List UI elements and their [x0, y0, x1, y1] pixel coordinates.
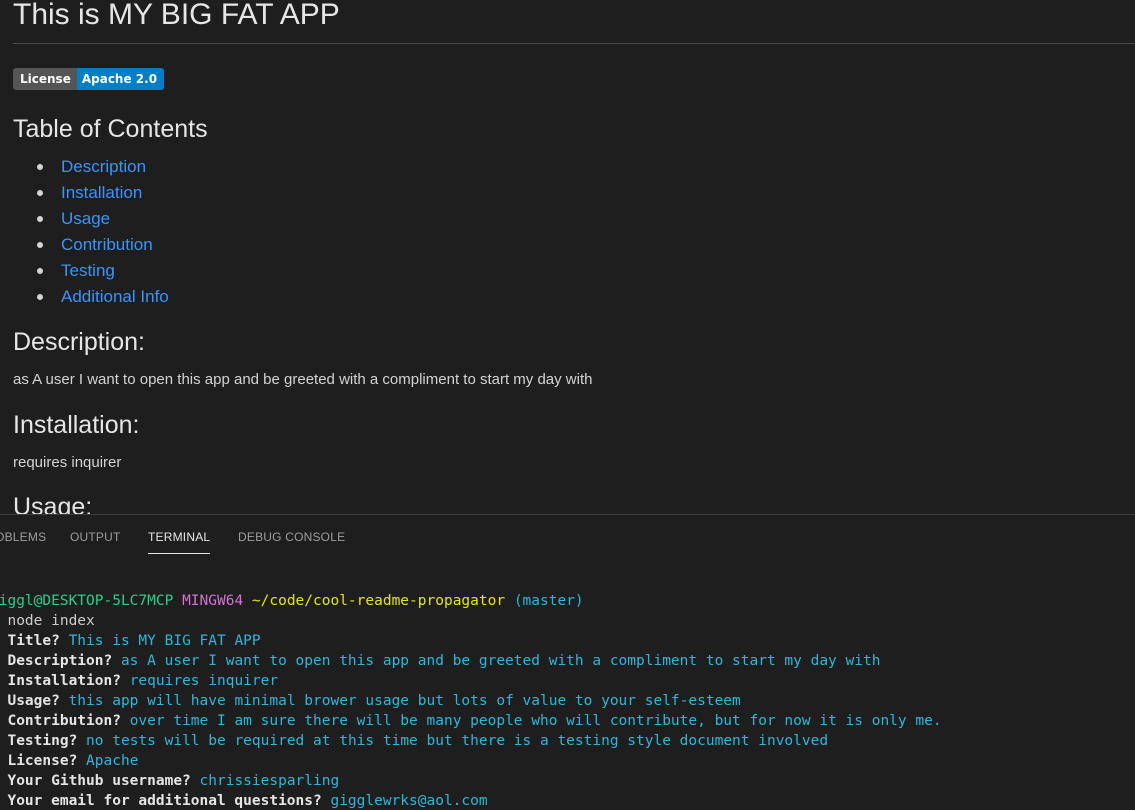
bullet-icon — [37, 190, 43, 196]
installation-text: requires inquirer — [13, 454, 122, 471]
prompt-user-host: diggl@DESKTOP-5LC7MCP — [0, 593, 174, 609]
command-line: $ node index — [0, 613, 95, 629]
answer: over time I am sure there will be many p… — [129, 713, 942, 729]
panel-tabs: PROBLEMS OUTPUT TERMINAL DEBUG CONSOLE — [0, 515, 1135, 559]
tab-output[interactable]: OUTPUT — [70, 529, 121, 545]
question: ? Title? — [7, 633, 60, 649]
bullet-icon — [37, 268, 43, 274]
prompt-branch: (master) — [513, 593, 584, 609]
question: ? Installation? — [0, 673, 121, 689]
active-tab-indicator — [148, 553, 211, 554]
tab-label: DEBUG CONSOLE — [238, 530, 346, 544]
terminal-output[interactable]: diggl@DESKTOP-5LC7MCP MINGW64 ~/code/coo… — [0, 567, 1135, 810]
tab-terminal[interactable]: TERMINAL — [148, 529, 211, 554]
question: ? Your Github username? — [0, 773, 191, 789]
qa-line: ? Your email for additional questions? g… — [0, 791, 488, 810]
question: ? Testing? — [7, 733, 78, 749]
toc-heading: Table of Contents — [13, 115, 208, 143]
badge-value: Apache 2.0 — [76, 68, 165, 90]
qa-line: ? Contribution? over time I am sure ther… — [0, 711, 942, 731]
answer: Apache — [86, 753, 139, 769]
markdown-preview[interactable]: This is MY BIG FAT APP License Apache 2.… — [0, 0, 1135, 514]
answer: gigglewrks@aol.com — [330, 793, 488, 809]
tab-debug-console[interactable]: DEBUG CONSOLE — [238, 529, 345, 545]
title-divider — [13, 43, 1135, 44]
question: ? Description? — [0, 653, 113, 669]
prompt-shell: MINGW64 — [182, 593, 244, 609]
usage-heading: Usage: — [13, 493, 93, 514]
question: ? License? — [7, 753, 78, 769]
bullet-icon — [37, 294, 43, 300]
answer: no tests will be required at this time b… — [86, 733, 829, 749]
toc-link-additional-info[interactable]: Additional Info — [61, 284, 169, 310]
question: ? Contribution? — [0, 713, 121, 729]
bullet-icon — [37, 242, 43, 248]
answer: chrissiesparling — [199, 773, 340, 789]
description-text: as A user I want to open this app and be… — [13, 371, 593, 388]
tab-label: OUTPUT — [70, 530, 121, 544]
qa-line: ? Your Github username? chrissiesparling — [0, 771, 339, 791]
qa-line: ? Usage? this app will have minimal brow… — [0, 691, 741, 711]
toc-link-description[interactable]: Description — [61, 154, 146, 180]
bottom-panel: PROBLEMS OUTPUT TERMINAL DEBUG CONSOLE d… — [0, 514, 1135, 810]
question: ? Your email for additional questions? — [0, 793, 322, 809]
installation-heading: Installation: — [13, 411, 140, 439]
tab-label: TERMINAL — [148, 530, 211, 544]
page-title: This is MY BIG FAT APP — [13, 0, 340, 31]
qa-line: ? Testing? no tests will be required at … — [0, 731, 828, 751]
prompt-path: ~/code/cool-readme-propagator — [251, 593, 506, 609]
qa-line: ? Installation? requires inquirer — [0, 671, 278, 691]
license-badge[interactable]: License Apache 2.0 — [13, 68, 165, 90]
toc-link-usage[interactable]: Usage — [61, 206, 110, 232]
answer: This is MY BIG FAT APP — [68, 633, 261, 649]
bullet-icon — [37, 164, 43, 170]
vscode-window: This is MY BIG FAT APP License Apache 2.… — [0, 0, 1135, 810]
answer: as A user I want to open this app and be… — [120, 653, 881, 669]
answer: this app will have minimal brower usage … — [68, 693, 741, 709]
toc-link-installation[interactable]: Installation — [61, 180, 142, 206]
tab-label: PROBLEMS — [0, 530, 47, 544]
answer: requires inquirer — [129, 673, 279, 689]
toc-link-contribution[interactable]: Contribution — [61, 232, 153, 258]
description-heading: Description: — [13, 328, 145, 356]
tab-problems[interactable]: PROBLEMS — [0, 529, 46, 545]
bullet-icon — [37, 216, 43, 222]
qa-line: ? Title? This is MY BIG FAT APP — [0, 631, 261, 651]
qa-line: ? Description? as A user I want to open … — [0, 651, 880, 671]
prompt-line: diggl@DESKTOP-5LC7MCP MINGW64 ~/code/coo… — [0, 591, 584, 611]
qa-line: ? License? Apache — [0, 751, 138, 771]
question: ? Usage? — [7, 693, 60, 709]
badge-label: License — [13, 68, 77, 90]
toc-link-testing[interactable]: Testing — [61, 258, 115, 284]
